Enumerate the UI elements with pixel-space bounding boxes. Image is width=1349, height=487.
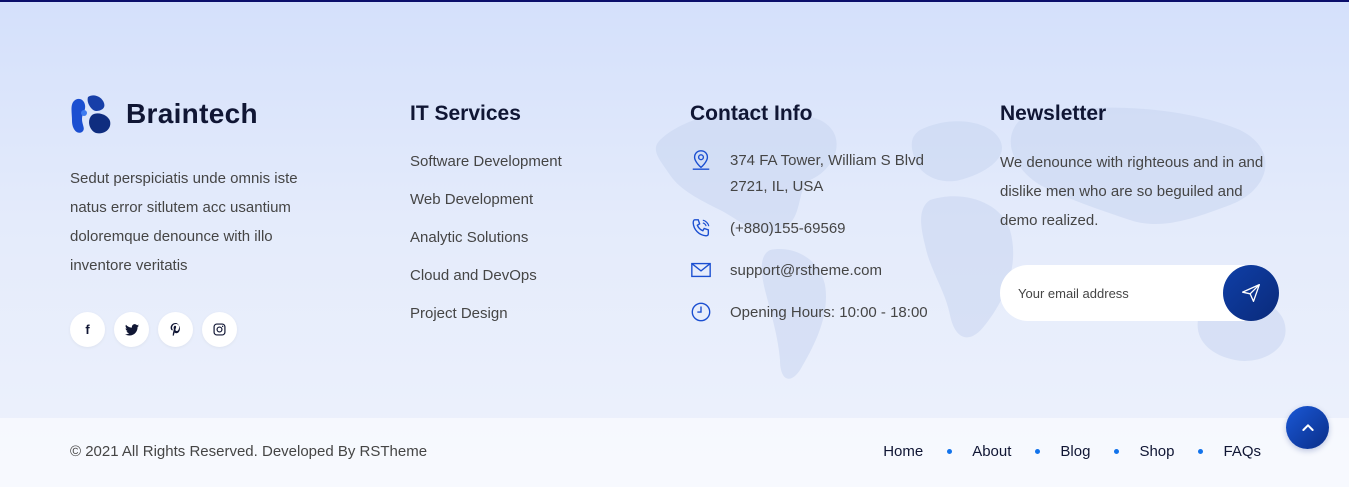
social-links: f: [70, 312, 350, 347]
contact-column: Contact Info 374 FA Tower, William S Blv…: [690, 90, 980, 326]
newsletter-form: [1000, 265, 1279, 321]
contact-title: Contact Info: [690, 102, 813, 125]
scroll-to-top-button[interactable]: [1286, 406, 1329, 449]
footer-link-blog[interactable]: Blog: [1060, 443, 1090, 460]
footer-link-home[interactable]: Home: [883, 443, 923, 460]
clock-icon: [691, 302, 711, 322]
newsletter-submit-button[interactable]: [1223, 265, 1279, 321]
contact-hours: Opening Hours: 10:00 - 18:00: [690, 300, 980, 326]
service-link-software-development[interactable]: Software Development: [410, 148, 650, 186]
services-title: IT Services: [410, 102, 521, 125]
pinterest-icon: [170, 323, 180, 336]
service-link-web-development[interactable]: Web Development: [410, 186, 650, 224]
service-link-analytic-solutions[interactable]: Analytic Solutions: [410, 224, 650, 262]
address-text: 374 FA Tower, William S Blvd 2721, IL, U…: [730, 148, 924, 200]
brand-column: Braintech Sedut perspiciatis unde omnis …: [70, 90, 350, 347]
brand-name: Braintech: [126, 98, 258, 129]
services-column: IT Services Software Development Web Dev…: [410, 90, 650, 338]
map-pin-icon: [692, 150, 710, 170]
envelope-icon: [691, 262, 711, 278]
about-text: Sedut perspiciatis unde omnis iste natus…: [70, 170, 298, 274]
newsletter-email-input[interactable]: [1018, 265, 1218, 321]
footer-nav: Home About Blog Shop FAQs: [883, 443, 1261, 460]
hours-text: Opening Hours: 10:00 - 18:00: [730, 304, 928, 321]
phone-icon: [692, 219, 710, 237]
service-link-cloud-devops[interactable]: Cloud and DevOps: [410, 262, 650, 300]
nav-separator-dot: [1035, 449, 1041, 454]
facebook-icon: f: [85, 322, 90, 337]
nav-separator-dot: [947, 449, 953, 454]
paper-plane-icon: [1242, 284, 1260, 302]
footer-link-shop[interactable]: Shop: [1139, 443, 1174, 460]
footer-bottom-bar: © 2021 All Rights Reserved. Developed By…: [0, 418, 1349, 487]
services-list: Software Development Web Development Ana…: [410, 148, 650, 338]
facebook-button[interactable]: f: [70, 312, 105, 347]
phone-text[interactable]: (+880)155-69569: [730, 216, 846, 242]
nav-separator-dot: [1198, 449, 1204, 454]
contact-phone: (+880)155-69569: [690, 216, 980, 258]
braintech-logo-icon: [71, 95, 111, 134]
newsletter-text: We denounce with righteous and in and di…: [1000, 154, 1264, 229]
address-line-2: 2721, IL, USA: [730, 178, 824, 195]
twitter-icon: [124, 323, 139, 336]
pinterest-button[interactable]: [158, 312, 193, 347]
copyright-text: © 2021 All Rights Reserved. Developed By…: [70, 443, 428, 460]
contact-list: 374 FA Tower, William S Blvd 2721, IL, U…: [690, 148, 980, 326]
instagram-icon: [213, 323, 226, 336]
newsletter-column: Newsletter We denounce with righteous an…: [1000, 90, 1290, 321]
instagram-button[interactable]: [202, 312, 237, 347]
service-link-project-design[interactable]: Project Design: [410, 300, 650, 338]
email-text[interactable]: support@rstheme.com: [730, 258, 882, 284]
chevron-up-icon: [1301, 423, 1314, 431]
footer-link-about[interactable]: About: [972, 443, 1011, 460]
contact-email: support@rstheme.com: [690, 258, 980, 300]
address-line-1: 374 FA Tower, William S Blvd: [730, 152, 924, 169]
logo[interactable]: Braintech: [70, 90, 350, 138]
twitter-button[interactable]: [114, 312, 149, 347]
top-border: [0, 0, 1349, 2]
footer-link-faqs[interactable]: FAQs: [1223, 443, 1261, 460]
newsletter-title: Newsletter: [1000, 102, 1107, 125]
contact-address: 374 FA Tower, William S Blvd 2721, IL, U…: [690, 148, 980, 216]
nav-separator-dot: [1114, 449, 1120, 454]
